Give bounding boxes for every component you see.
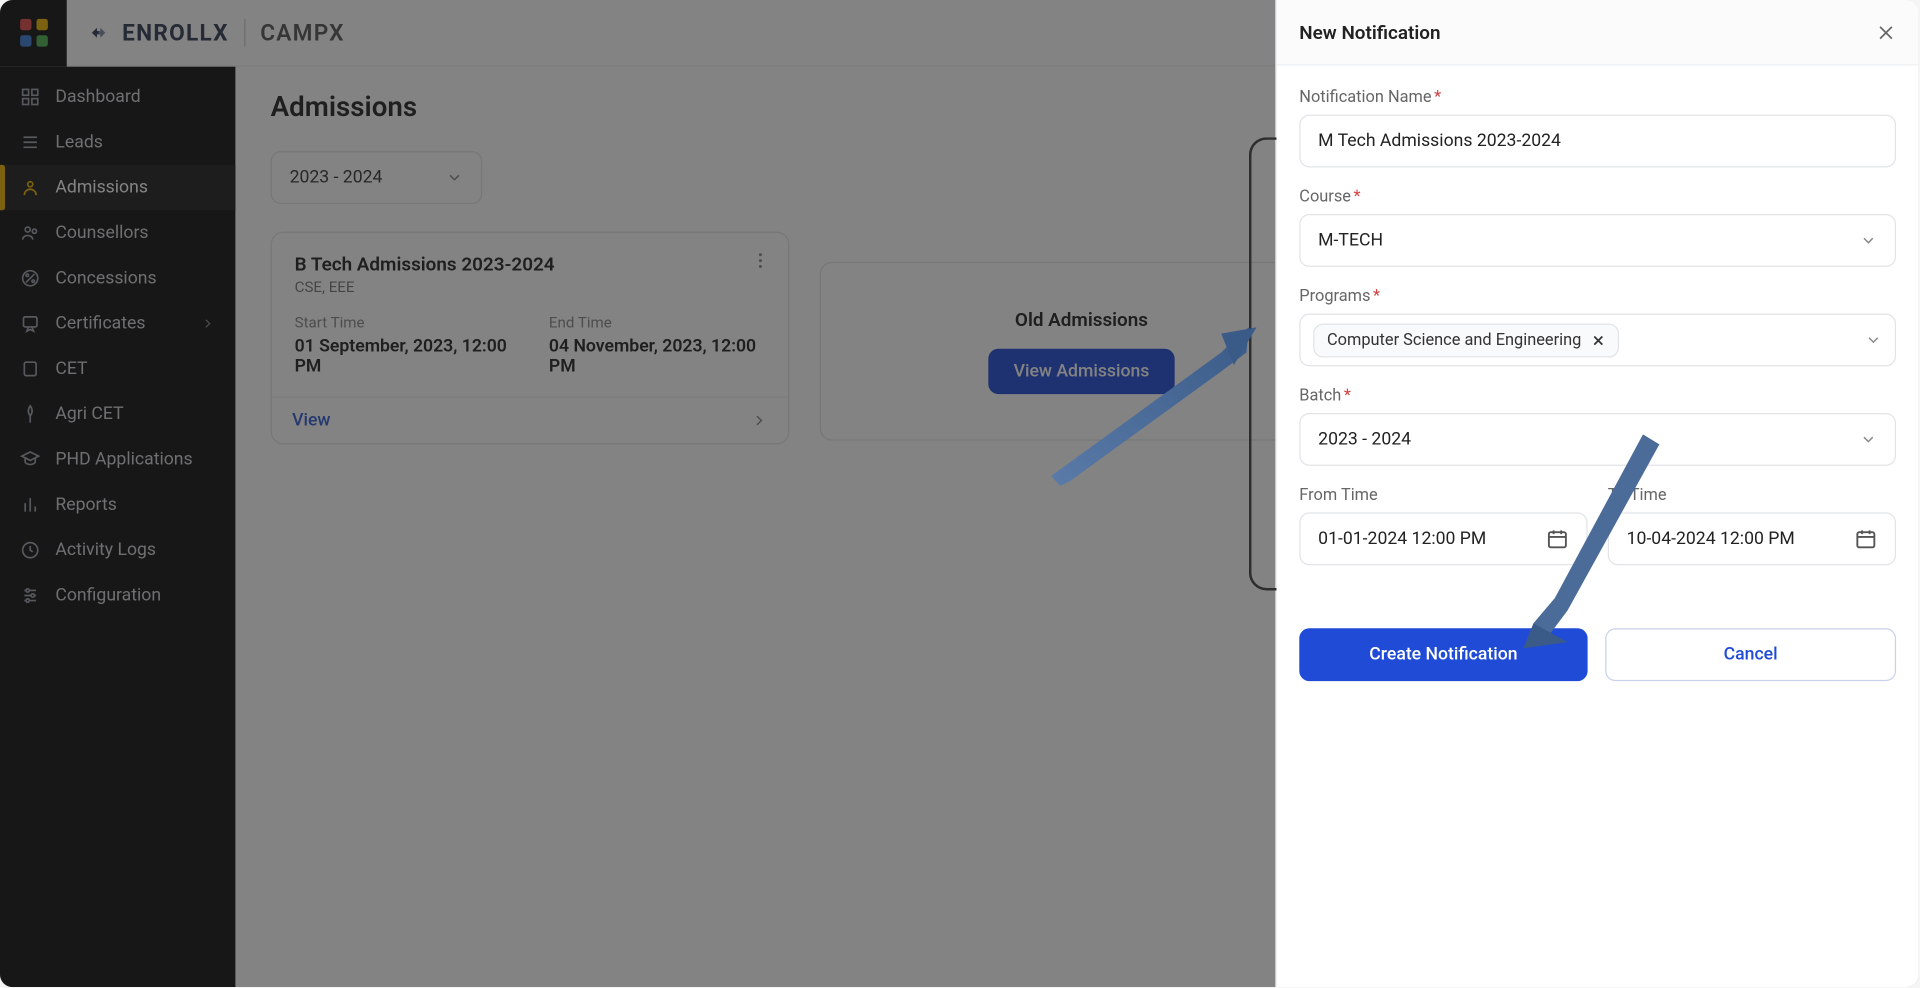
drawer-title: New Notification	[1299, 21, 1440, 44]
program-chip: Computer Science and Engineering	[1313, 323, 1619, 357]
calendar-icon	[1546, 528, 1569, 551]
cancel-button[interactable]: Cancel	[1605, 628, 1896, 681]
chip-remove-icon[interactable]	[1591, 333, 1605, 347]
to-time-label: To Time	[1608, 486, 1896, 505]
from-time-value: 01-01-2024 12:00 PM	[1318, 529, 1486, 549]
course-select[interactable]: M-TECH	[1299, 214, 1896, 267]
programs-label: Programs*	[1299, 287, 1896, 306]
notification-name-text[interactable]	[1318, 131, 1877, 151]
notification-name-input[interactable]	[1299, 115, 1896, 168]
close-icon[interactable]	[1876, 22, 1896, 42]
chevron-down-icon	[1860, 232, 1878, 250]
annotation-bracket	[1249, 137, 1277, 590]
program-chip-label: Computer Science and Engineering	[1327, 330, 1581, 349]
batch-value: 2023 - 2024	[1318, 429, 1411, 449]
from-time-label: From Time	[1299, 486, 1587, 505]
chevron-down-icon	[1860, 431, 1878, 449]
calendar-icon	[1855, 528, 1878, 551]
from-time-input[interactable]: 01-01-2024 12:00 PM	[1299, 512, 1587, 565]
to-time-value: 10-04-2024 12:00 PM	[1627, 529, 1795, 549]
course-value: M-TECH	[1318, 230, 1383, 250]
course-label: Course*	[1299, 188, 1896, 207]
new-notification-drawer: New Notification Notification Name* Cour…	[1275, 0, 1918, 987]
batch-select[interactable]: 2023 - 2024	[1299, 413, 1896, 466]
notification-name-label: Notification Name*	[1299, 88, 1896, 107]
create-notification-button[interactable]: Create Notification	[1299, 628, 1587, 681]
chevron-down-icon	[1865, 331, 1883, 349]
programs-select[interactable]: Computer Science and Engineering	[1299, 313, 1896, 366]
to-time-input[interactable]: 10-04-2024 12:00 PM	[1608, 512, 1896, 565]
batch-label: Batch*	[1299, 387, 1896, 406]
